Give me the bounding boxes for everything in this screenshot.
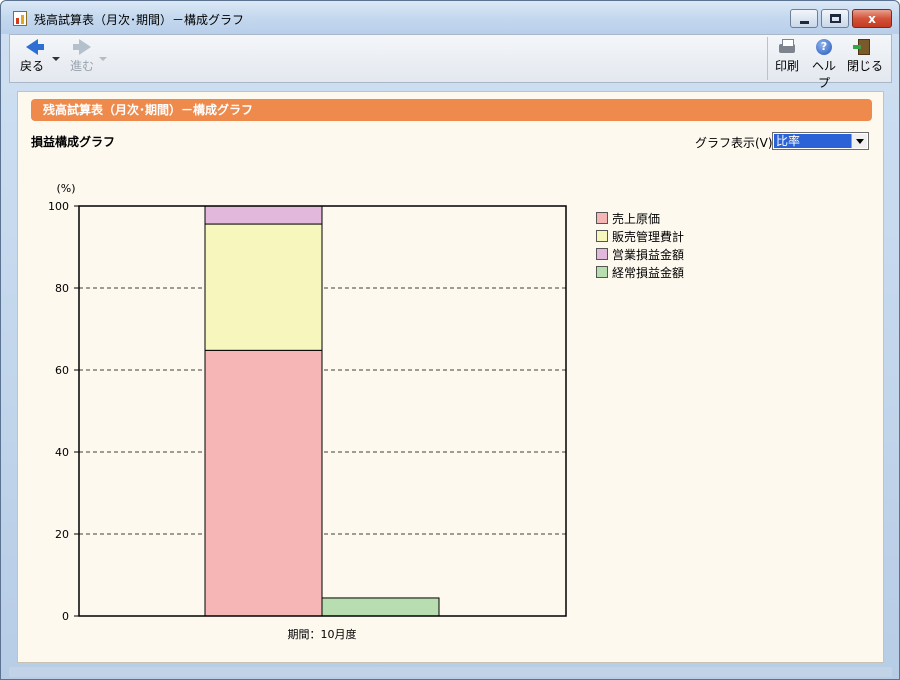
graph-display-selected-value: 比率	[774, 134, 851, 148]
bar-segment-2	[204, 205, 323, 225]
minimize-button[interactable]	[790, 9, 818, 28]
legend-swatch	[596, 212, 608, 224]
maximize-button[interactable]	[821, 9, 849, 28]
legend-label: 売上原価	[612, 212, 661, 226]
print-button[interactable]: 印刷	[772, 39, 802, 74]
toolbar: 戻る 進む 印刷 ? ヘルプ 閉じる	[9, 34, 892, 90]
chevron-down-icon[interactable]	[851, 134, 867, 148]
window-title: 残高試算表（月次･期間）－構成グラフ	[34, 13, 245, 27]
help-icon: ?	[815, 39, 833, 55]
close-button[interactable]: 閉じる	[846, 39, 884, 74]
y-tick-label: 40	[55, 446, 69, 459]
x-category-label: 期間：10月度	[288, 627, 357, 641]
graph-display-select[interactable]: 比率	[772, 132, 869, 150]
printer-icon	[778, 39, 796, 55]
app-window: 残高試算表（月次･期間）－構成グラフ x 戻る 進む 印刷 ? ヘルプ 閉じる	[0, 0, 900, 680]
back-button[interactable]: 戻る	[15, 39, 49, 74]
legend-swatch	[596, 248, 608, 260]
page-title-banner: 残高試算表（月次･期間）－構成グラフ	[31, 99, 872, 121]
status-bar	[9, 667, 892, 677]
help-label: ヘルプ	[811, 59, 836, 90]
back-dropdown-icon[interactable]	[52, 57, 60, 61]
y-axis-label: (%)	[56, 182, 75, 195]
print-label: 印刷	[774, 59, 799, 73]
stacked-bar-chart: 0 20 40 60 80 100 (%) 期間：10月度	[48, 182, 567, 641]
y-tick-label: 60	[55, 364, 69, 377]
exit-door-icon	[853, 39, 874, 55]
toolbar-divider	[767, 37, 768, 80]
legend-label: 販売管理費計	[612, 230, 685, 244]
legend-swatch	[596, 266, 608, 278]
forward-dropdown-icon[interactable]	[99, 57, 107, 61]
y-tick-label: 0	[62, 610, 69, 623]
graph-display-label: グラフ表示(V):	[695, 136, 777, 150]
close-window-button[interactable]: x	[852, 9, 892, 28]
minimize-icon	[800, 21, 809, 24]
help-button[interactable]: ? ヘルプ	[807, 39, 841, 91]
bar-layer	[204, 205, 440, 617]
forward-label: 進む	[69, 59, 94, 73]
back-label: 戻る	[19, 59, 44, 73]
bar-segment-3	[321, 597, 440, 617]
forward-arrow-icon	[73, 39, 91, 55]
section-label: 損益構成グラフ	[31, 135, 116, 149]
bar-segment-1	[204, 223, 323, 351]
y-tick-label: 20	[55, 528, 69, 541]
maximize-icon	[830, 14, 841, 23]
back-arrow-icon	[23, 39, 44, 55]
y-tick-labels: 0 20 40 60 80 100	[48, 200, 79, 623]
forward-button[interactable]: 進む	[62, 39, 102, 74]
legend-label: 営業損益金額	[612, 248, 685, 262]
y-tick-label: 80	[55, 282, 69, 295]
close-icon: x	[868, 12, 876, 26]
legend-label: 経常損益金額	[612, 266, 685, 280]
legend-swatch	[596, 230, 608, 242]
content-panel: 残高試算表（月次･期間）－構成グラフ 損益構成グラフ グラフ表示(V): 比率 …	[17, 91, 884, 663]
close-label: 閉じる	[846, 59, 883, 73]
y-tick-label: 100	[48, 200, 69, 213]
bar-segment-0	[204, 349, 323, 617]
title-bar[interactable]: 残高試算表（月次･期間）－構成グラフ x	[1, 1, 899, 34]
app-icon	[13, 11, 27, 26]
